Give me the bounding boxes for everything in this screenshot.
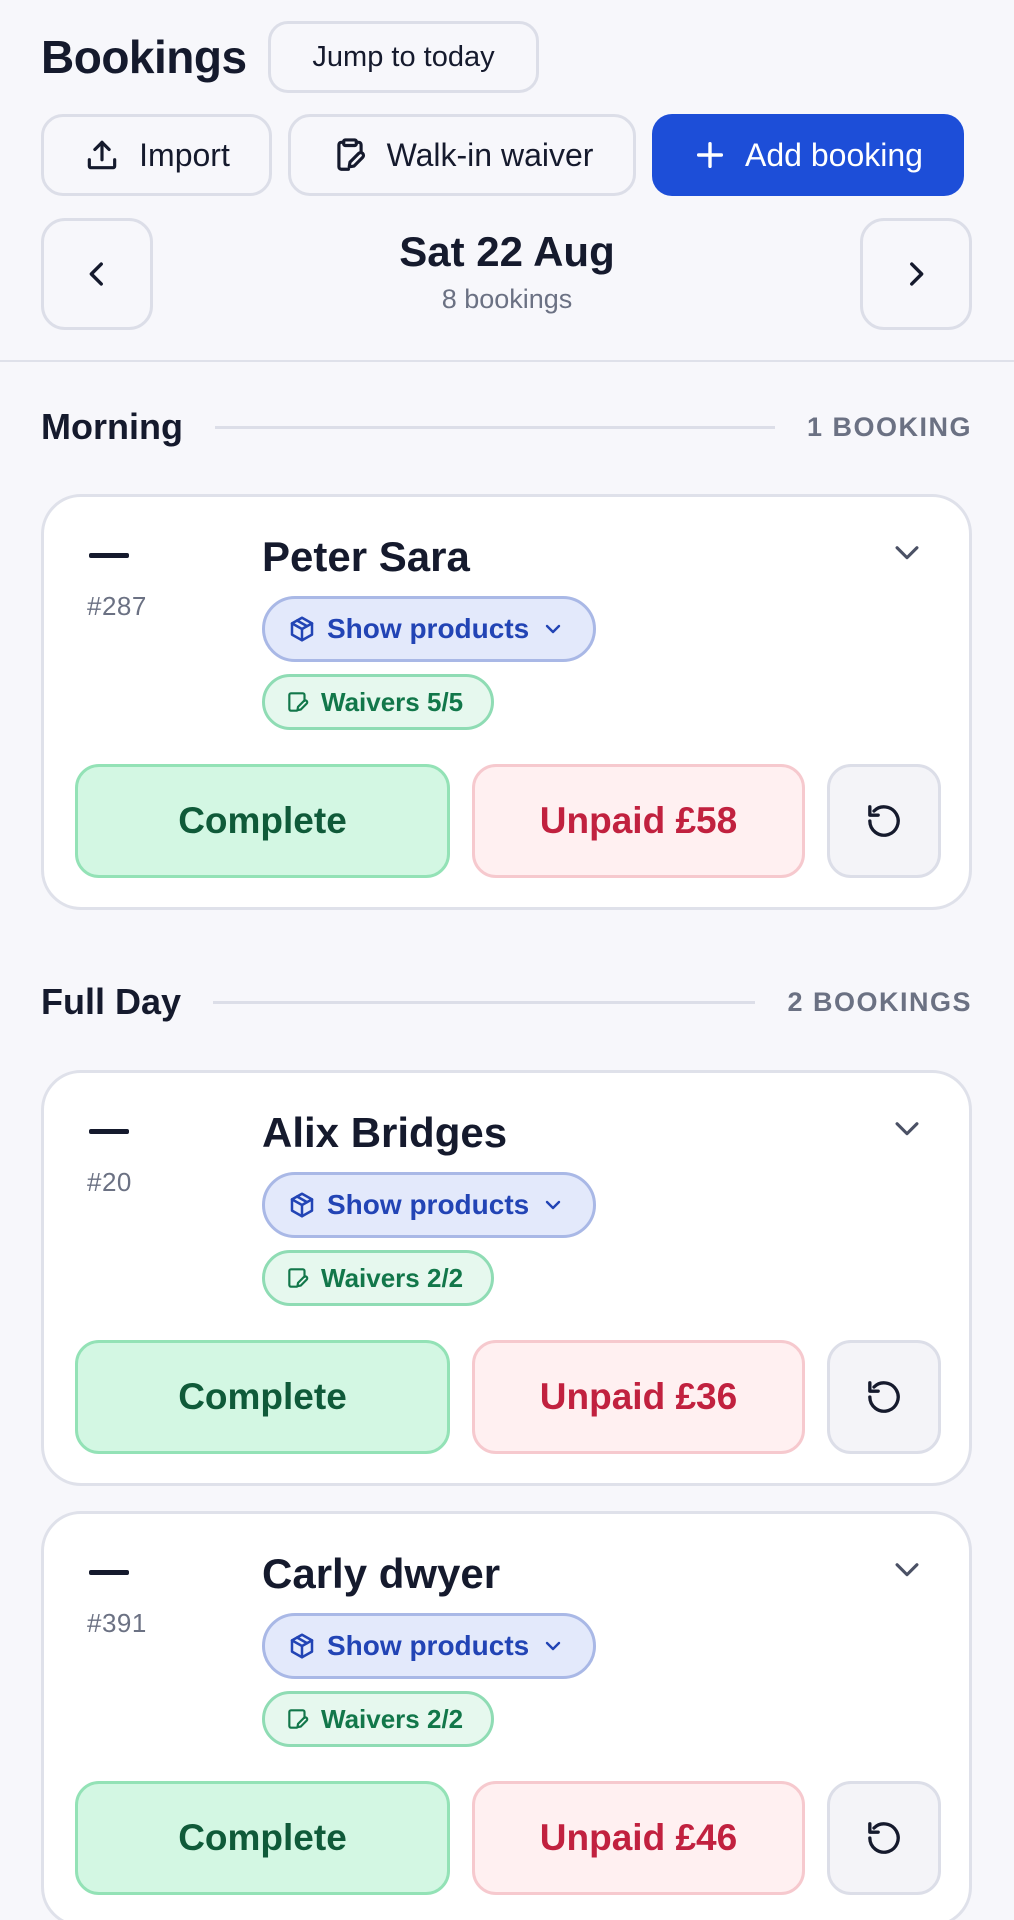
booking-id: #391	[87, 1608, 147, 1638]
chevron-down-icon	[546, 1641, 561, 1651]
section-title: Full Day	[41, 981, 182, 1022]
import-button[interactable]: Import	[41, 114, 272, 196]
show-products-label: Show products	[327, 1630, 530, 1661]
package-icon	[290, 1633, 314, 1659]
add-booking-button[interactable]: Add booking	[652, 114, 964, 196]
section-count: 2 BOOKINGS	[787, 986, 972, 1017]
chevron-down-icon	[895, 1122, 919, 1136]
booking-card[interactable]: #391 Carly dwyer Show products Waivers 2…	[41, 1511, 972, 1920]
minus-icon	[89, 1570, 129, 1575]
payment-status-button[interactable]: Unpaid £58	[472, 764, 805, 878]
section-title: Morning	[41, 406, 183, 447]
customer-name: Carly dwyer	[262, 1550, 501, 1597]
reset-button[interactable]	[827, 764, 941, 878]
walk-in-waiver-button[interactable]: Walk-in waiver	[288, 114, 636, 196]
import-button-label: Import	[139, 136, 230, 173]
section-divider	[213, 1000, 756, 1004]
clipboard-edit-icon	[336, 138, 365, 171]
reset-button[interactable]	[827, 1340, 941, 1454]
upload-icon	[87, 140, 117, 170]
section-count: 1 BOOKING	[806, 411, 972, 442]
section-header-morning: Morning 1 BOOKING	[41, 405, 972, 449]
next-day-button[interactable]	[860, 218, 972, 330]
minus-icon	[89, 1129, 129, 1134]
payment-status-button[interactable]: Unpaid £36	[472, 1340, 805, 1454]
chevron-right-icon	[910, 262, 924, 286]
section-header-full-day: Full Day 2 BOOKINGS	[41, 980, 972, 1024]
rotate-ccw-icon	[868, 805, 900, 837]
waivers-badge[interactable]: Waivers 2/2	[262, 1691, 494, 1747]
document-signed-icon	[288, 1709, 309, 1729]
rotate-ccw-icon	[868, 1822, 900, 1854]
payment-status-button[interactable]: Unpaid £46	[472, 1781, 805, 1895]
show-products-button[interactable]: Show products	[262, 1613, 596, 1679]
customer-name: Alix Bridges	[262, 1109, 508, 1156]
waivers-label: Waivers 2/2	[321, 1703, 464, 1734]
booking-card[interactable]: #287 Peter Sara Show products Waivers 5/…	[41, 494, 972, 910]
rotate-ccw-icon	[868, 1381, 900, 1413]
show-products-button[interactable]: Show products	[262, 596, 596, 662]
customer-name: Peter Sara	[262, 533, 470, 580]
minus-icon	[89, 553, 129, 558]
section-divider	[214, 425, 775, 429]
waivers-label: Waivers 2/2	[321, 1262, 464, 1293]
page-title: Bookings	[41, 31, 247, 83]
document-signed-icon	[288, 1268, 309, 1288]
expand-chevron-button[interactable]	[890, 535, 924, 574]
show-products-label: Show products	[327, 1189, 530, 1220]
chevron-down-icon	[895, 546, 919, 560]
booking-id: #287	[87, 591, 147, 621]
chevron-down-icon	[546, 1200, 561, 1210]
show-products-button[interactable]: Show products	[262, 1172, 596, 1238]
chevron-down-icon	[546, 624, 561, 634]
show-products-label: Show products	[327, 613, 530, 644]
waivers-label: Waivers 5/5	[321, 686, 464, 717]
complete-button[interactable]: Complete	[75, 1340, 450, 1454]
complete-button[interactable]: Complete	[75, 1781, 450, 1895]
plus-icon	[696, 141, 724, 169]
document-signed-icon	[288, 692, 309, 712]
waivers-badge[interactable]: Waivers 2/2	[262, 1250, 494, 1306]
package-icon	[290, 1192, 314, 1218]
expand-chevron-button[interactable]	[890, 1552, 924, 1591]
waivers-badge[interactable]: Waivers 5/5	[262, 674, 494, 730]
complete-button[interactable]: Complete	[75, 764, 450, 878]
add-booking-button-label: Add booking	[745, 136, 923, 173]
chevron-down-icon	[895, 1563, 919, 1577]
expand-chevron-button[interactable]	[890, 1111, 924, 1150]
jump-to-today-button[interactable]: Jump to today	[268, 21, 539, 93]
page-header: Bookings Jump to today Import Walk-in wa…	[0, 0, 1014, 362]
booking-id: #20	[87, 1167, 132, 1197]
walk-in-waiver-button-label: Walk-in waiver	[386, 136, 594, 173]
package-icon	[290, 616, 314, 642]
reset-button[interactable]	[827, 1781, 941, 1895]
booking-card[interactable]: #20 Alix Bridges Show products Waivers 2…	[41, 1070, 972, 1486]
